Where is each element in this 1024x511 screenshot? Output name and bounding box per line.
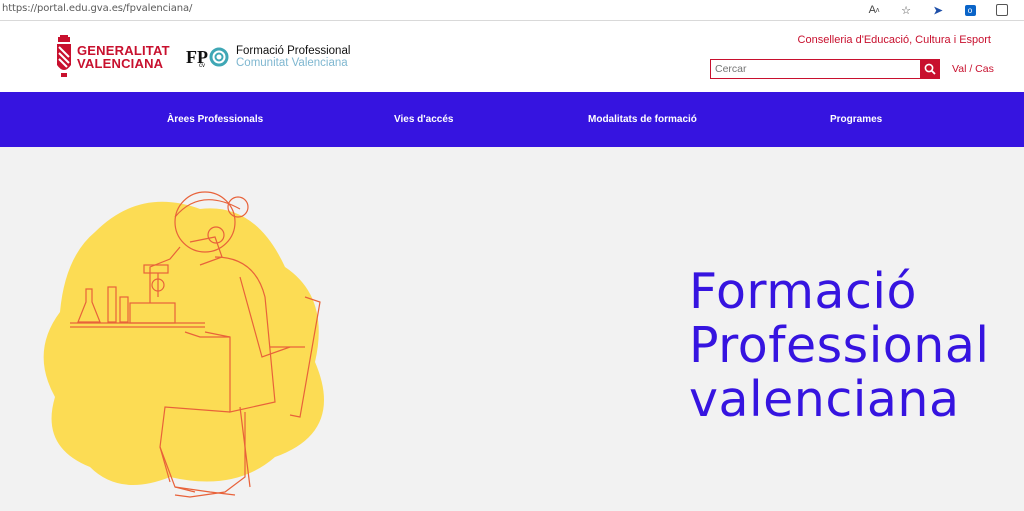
nav-item-programes[interactable]: Programes [830,92,882,147]
hero-section: Formació Professional valenciana [0,147,1024,511]
fp-cv-emblem-icon: FP cv [186,47,229,68]
extension-icon[interactable]: ➤ [922,1,954,19]
generalitat-line2: VALENCIANA [77,56,164,71]
nav-item-modalitats-formacio[interactable]: Modalitats de formació [588,92,697,147]
generalitat-logo[interactable]: GENERALITAT VALENCIANA [55,35,170,79]
hero-title-line1: Formació [689,263,917,320]
main-nav: Àrees Professionals Vies d'accés Modalit… [0,92,1024,147]
browser-address-bar: https://portal.edu.gva.es/fpvalenciana/ … [0,0,1024,21]
pocket-icon[interactable] [986,1,1018,19]
search-button[interactable] [920,59,940,79]
address-url[interactable]: https://portal.edu.gva.es/fpvalenciana/ [2,3,192,14]
search-input[interactable] [710,59,920,79]
favorite-icon[interactable]: ☆ [890,1,922,19]
hero-scientist-illustration [43,191,325,498]
read-aloud-icon[interactable]: Aʌ [858,1,890,19]
fp-logo-line1: Formació Professional [236,45,351,57]
outlook-icon[interactable]: o [954,1,986,19]
browser-toolbar-icons: Aʌ ☆ ➤ o [858,1,1018,19]
svg-text:cv: cv [199,63,205,68]
search-box [710,59,940,79]
fp-logo-line2: Comunitat Valenciana [236,57,348,69]
hero-title: Formació Professional valenciana [689,265,989,427]
site-header: GENERALITAT VALENCIANA FP cv Formació Pr… [0,21,1024,92]
fp-logo[interactable]: FP cv Formació Professional Comunitat Va… [186,45,350,69]
conselleria-link[interactable]: Conselleria d'Educació, Cultura i Esport [798,34,991,46]
nav-item-vies-acces[interactable]: Vies d'accés [394,92,453,147]
nav-item-arees-professionals[interactable]: Àrees Professionals [167,92,263,147]
hero-title-line3: valenciana [689,371,960,428]
search-icon [924,63,936,75]
hero-title-line2: Professional [689,317,990,374]
generalitat-emblem-icon [57,35,71,77]
language-switcher[interactable]: Val / Cas [952,63,994,75]
